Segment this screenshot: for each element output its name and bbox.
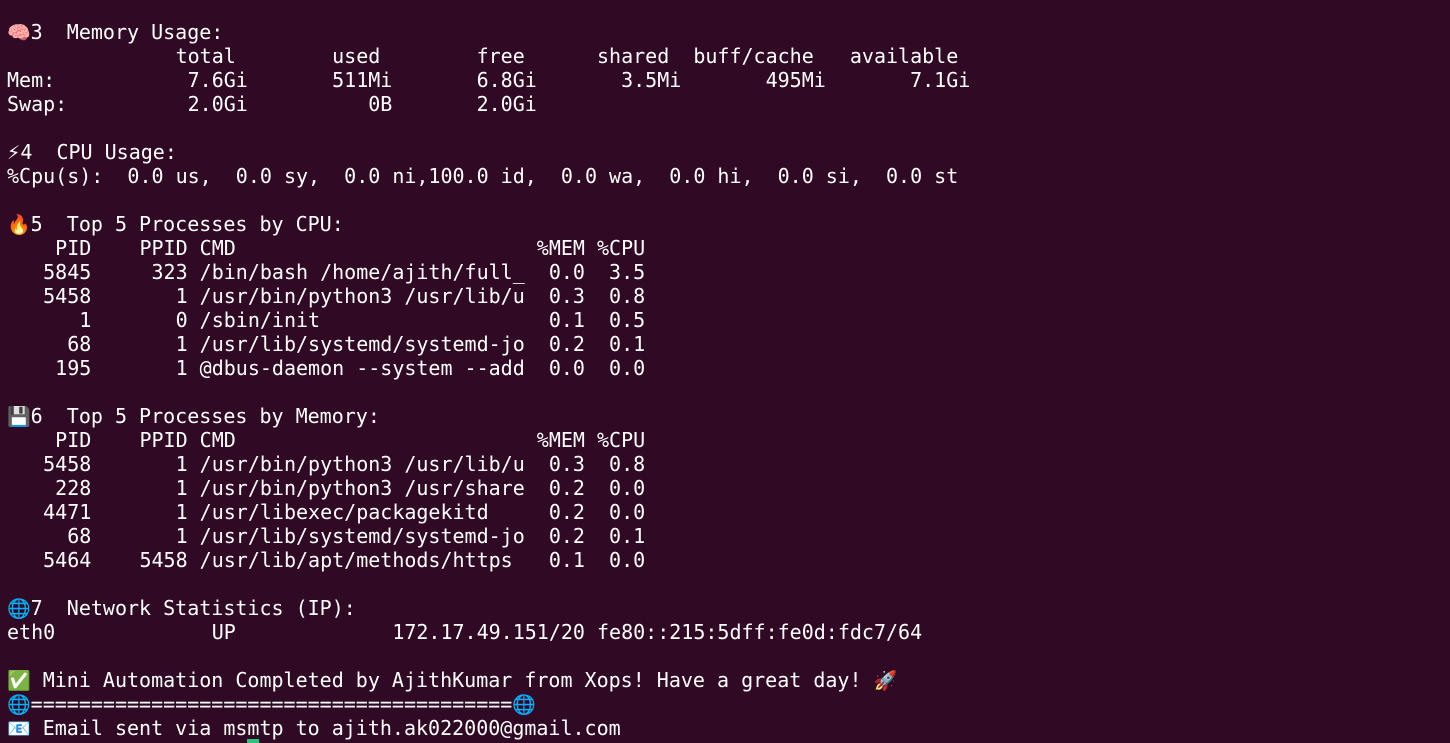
network-row-eth0-text: eth0 UP 172.17.49.151/20 fe80::215:5dff:… — [7, 620, 923, 644]
completion-message-text: Mini Automation Completed by AjithKumar … — [30, 668, 874, 692]
network-row-eth0: eth0 UP 172.17.49.151/20 fe80::215:5dff:… — [7, 620, 1450, 644]
memory-heading-text: 3 Memory Usage: — [30, 20, 224, 44]
top-cpu-heading: 🔥5 Top 5 Processes by CPU: — [7, 212, 1450, 236]
globe-icon: 🌐 — [7, 694, 31, 716]
memory-row-swap-text: Swap: 2.0Gi 0B 2.0Gi — [7, 92, 537, 116]
top-cpu-row: 195 1 @dbus-daemon --system --add 0.0 0.… — [7, 356, 1450, 380]
top-cpu-row-text: 1 0 /sbin/init 0.1 0.5 — [7, 308, 646, 332]
top-cpu-row: 68 1 /usr/lib/systemd/systemd-jo 0.2 0.1 — [7, 332, 1450, 356]
top-cpu-row: 5458 1 /usr/bin/python3 /usr/lib/u 0.3 0… — [7, 284, 1450, 308]
top-mem-row-text: 5464 5458 /usr/lib/apt/methods/https 0.1… — [7, 548, 646, 572]
memory-row-swap: Swap: 2.0Gi 0B 2.0Gi — [7, 92, 1450, 116]
network-heading-text: 7 Network Statistics (IP): — [30, 596, 356, 620]
memory-table-header: total used free shared buff/cache availa… — [7, 44, 1450, 68]
top-cpu-row: 5845 323 /bin/bash /home/ajith/full_ 0.0… — [7, 260, 1450, 284]
top-mem-table-header: PID PPID CMD %MEM %CPU — [7, 428, 1450, 452]
globe-icon: 🌐 — [7, 598, 31, 620]
email-sent-line: 📧 Email sent via msmtp to ajith.ak022000… — [7, 716, 1450, 743]
divider-line: 🌐=======================================… — [7, 692, 1450, 716]
top-mem-row: 5464 5458 /usr/lib/apt/methods/https 0.1… — [7, 548, 1450, 572]
completion-message: ✅ Mini Automation Completed by AjithKuma… — [7, 668, 1450, 692]
top-mem-row: 5458 1 /usr/bin/python3 /usr/lib/u 0.3 0… — [7, 452, 1450, 476]
top-mem-heading: 💾6 Top 5 Processes by Memory: — [7, 404, 1450, 428]
top-cpu-row-text: 68 1 /usr/lib/systemd/systemd-jo 0.2 0.1 — [7, 332, 646, 356]
lightning-icon: ⚡ — [7, 142, 21, 164]
top-mem-row: 68 1 /usr/lib/systemd/systemd-jo 0.2 0.1 — [7, 524, 1450, 548]
top-cpu-table-header-text: PID PPID CMD %MEM %CPU — [7, 236, 646, 260]
top-cpu-table-header: PID PPID CMD %MEM %CPU — [7, 236, 1450, 260]
envelope-icon: 📧 — [7, 718, 31, 740]
floppy-disk-icon: 💾 — [7, 406, 31, 428]
top-cpu-row-text: 195 1 @dbus-daemon --system --add 0.0 0.… — [7, 356, 646, 380]
top-mem-table-header-text: PID PPID CMD %MEM %CPU — [7, 428, 646, 452]
terminal-window[interactable]: 🧠3 Memory Usage: total used free shared … — [0, 0, 1450, 743]
top-mem-row-text: 228 1 /usr/bin/python3 /usr/share 0.2 0.… — [7, 476, 646, 500]
top-cpu-heading-text: 5 Top 5 Processes by CPU: — [30, 212, 344, 236]
top-mem-heading-text: 6 Top 5 Processes by Memory: — [30, 404, 380, 428]
memory-table-header-text: total used free shared buff/cache availa… — [7, 44, 959, 68]
top-cpu-row-text: 5845 323 /bin/bash /home/ajith/full_ 0.0… — [7, 260, 646, 284]
top-mem-row-text: 68 1 /usr/lib/systemd/systemd-jo 0.2 0.1 — [7, 524, 646, 548]
top-mem-row-text: 4471 1 /usr/libexec/packagekitd 0.2 0.0 — [7, 500, 646, 524]
top-cpu-row: 1 0 /sbin/init 0.1 0.5 — [7, 308, 1450, 332]
email-sent-line-text: Email sent via msmtp to ajith.ak022000@g… — [30, 716, 621, 740]
memory-row-mem: Mem: 7.6Gi 511Mi 6.8Gi 3.5Mi 495Mi 7.1Gi — [7, 68, 1450, 92]
network-heading: 🌐7 Network Statistics (IP): — [7, 596, 1450, 620]
divider-line-text: ======================================== — [30, 692, 513, 716]
top-mem-row: 228 1 /usr/bin/python3 /usr/share 0.2 0.… — [7, 476, 1450, 500]
rocket-icon: 🚀 — [873, 670, 898, 692]
check-mark-icon: ✅ — [7, 670, 31, 692]
cpu-heading-text: 4 CPU Usage: — [20, 140, 177, 164]
terminal-cursor — [247, 739, 259, 743]
cpu-usage-line: %Cpu(s): 0.0 us, 0.0 sy, 0.0 ni,100.0 id… — [7, 164, 1450, 188]
brain-icon: 🧠 — [7, 22, 31, 44]
fire-icon: 🔥 — [7, 214, 31, 236]
cpu-heading: ⚡4 CPU Usage: — [7, 140, 1450, 164]
top-mem-row: 4471 1 /usr/libexec/packagekitd 0.2 0.0 — [7, 500, 1450, 524]
top-mem-row-text: 5458 1 /usr/bin/python3 /usr/lib/u 0.3 0… — [7, 452, 646, 476]
memory-row-mem-text: Mem: 7.6Gi 511Mi 6.8Gi 3.5Mi 495Mi 7.1Gi — [7, 68, 971, 92]
top-cpu-row-text: 5458 1 /usr/bin/python3 /usr/lib/u 0.3 0… — [7, 284, 646, 308]
globe-icon: 🌐 — [512, 694, 536, 716]
cpu-usage-line-text: %Cpu(s): 0.0 us, 0.0 sy, 0.0 ni,100.0 id… — [7, 164, 959, 188]
memory-heading: 🧠3 Memory Usage: — [7, 20, 1450, 44]
